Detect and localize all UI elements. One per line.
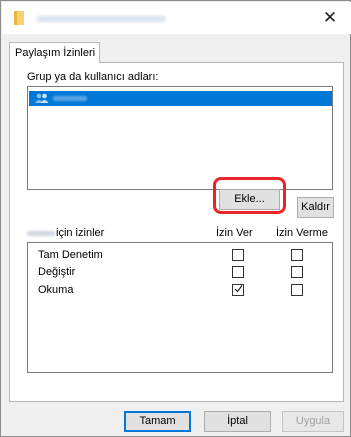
- permissions-header: için izinler: [56, 227, 105, 239]
- remove-button[interactable]: Kaldır: [297, 197, 334, 218]
- deny-checkbox-read[interactable]: [291, 284, 303, 296]
- deny-column-header: İzin Verme: [276, 227, 328, 239]
- allow-checkbox-full-control[interactable]: [232, 249, 244, 261]
- list-item-selected[interactable]: [29, 91, 332, 106]
- group-user-list[interactable]: [27, 86, 333, 190]
- tab-label: Paylaşım İzinleri: [15, 47, 96, 59]
- title-bar: ✕: [2, 2, 351, 34]
- allow-checkbox-read[interactable]: [232, 284, 244, 296]
- folder-icon: [14, 11, 24, 25]
- permission-name: Değiştir: [38, 266, 76, 278]
- ok-button[interactable]: Tamam: [124, 411, 191, 432]
- deny-checkbox-change[interactable]: [291, 266, 303, 278]
- permissions-list: [27, 242, 333, 373]
- share-permissions-dialog: ✕ Paylaşım İzinleri Grup ya da kullanıcı…: [0, 0, 351, 437]
- user-name-redacted: [53, 96, 87, 101]
- checkmark-icon: [234, 285, 243, 293]
- allow-checkbox-change[interactable]: [232, 266, 244, 278]
- window-title-redacted: [36, 16, 166, 22]
- cancel-button[interactable]: İptal: [204, 411, 271, 432]
- deny-checkbox-full-control[interactable]: [291, 249, 303, 261]
- apply-button[interactable]: Uygula: [282, 411, 344, 432]
- tab-share-permissions[interactable]: Paylaşım İzinleri: [9, 42, 100, 63]
- add-button[interactable]: Ekle...: [219, 189, 280, 210]
- close-icon[interactable]: ✕: [320, 8, 340, 28]
- group-name-redacted: [27, 231, 55, 236]
- allow-column-header: İzin Ver: [216, 227, 253, 239]
- permission-name: Okuma: [38, 284, 74, 296]
- users-icon: [35, 93, 49, 103]
- permission-name: Tam Denetim: [38, 249, 103, 261]
- group-list-label: Grup ya da kullanıcı adları:: [27, 71, 159, 83]
